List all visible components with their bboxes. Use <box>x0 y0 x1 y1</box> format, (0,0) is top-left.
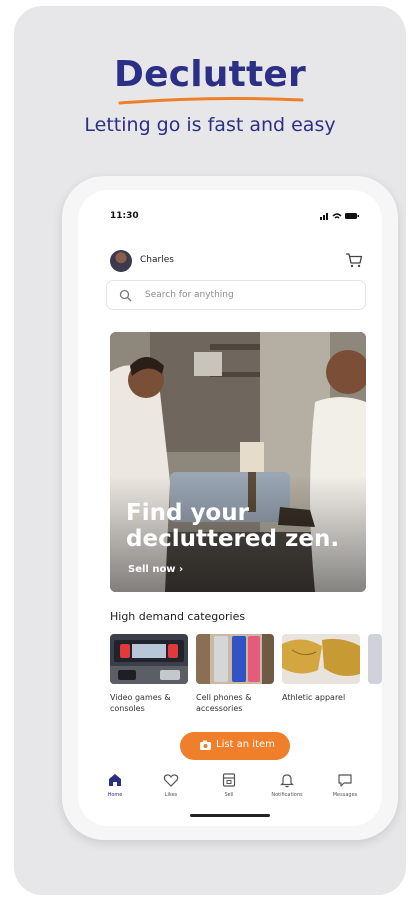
camera-icon <box>200 740 211 750</box>
status-bar: 11:30 <box>98 210 362 224</box>
search-input[interactable]: Search for anything <box>106 280 366 310</box>
status-time: 11:30 <box>110 211 139 221</box>
tagline: Letting go is fast and easy <box>84 114 336 136</box>
tab-messages[interactable]: Messages <box>318 766 372 810</box>
tab-label: Notifications <box>271 792 303 798</box>
category-more[interactable] <box>368 634 382 684</box>
video-games-image <box>110 634 188 684</box>
orange-underline <box>118 97 304 105</box>
category-label: Video games & consoles <box>110 693 171 713</box>
app-name-heading: Declutter <box>114 54 306 95</box>
chat-icon <box>338 774 352 787</box>
sell-icon <box>222 773 236 787</box>
tab-label: Sell <box>224 792 234 798</box>
hero-title: Find your decluttered zen. <box>126 500 340 552</box>
athletic-apparel-image <box>282 634 360 684</box>
signal-wifi-battery-icon <box>320 213 359 220</box>
cart-icon[interactable] <box>344 250 364 270</box>
hero-shade <box>110 332 366 592</box>
cell-phones-image <box>196 634 274 684</box>
tab-notifications[interactable]: Notifications <box>260 766 314 810</box>
user-name: Charles <box>140 255 174 265</box>
categories-heading: High demand categories <box>110 610 246 623</box>
tab-label: Likes <box>164 792 178 798</box>
category-label: Cell phones & accessories <box>196 693 252 713</box>
list-item-button[interactable]: List an item <box>180 732 290 760</box>
tab-label: Messages <box>332 792 358 798</box>
home-icon <box>109 774 121 786</box>
bell-icon <box>280 774 294 788</box>
phone-screen: 11:30 Charles Search for anything Find y… <box>78 190 382 826</box>
hero-banner[interactable]: Find your decluttered zen. Sell now › <box>110 332 366 592</box>
home-indicator <box>190 814 270 817</box>
list-item-label: List an item <box>216 739 275 750</box>
category-label: Athletic apparel <box>282 693 346 702</box>
promo-card: Declutter Letting go is fast and easy 11… <box>14 6 406 895</box>
tab-home[interactable]: Home <box>88 766 142 810</box>
heart-icon <box>163 774 179 787</box>
more-category-image <box>368 634 382 684</box>
category-athletic-apparel[interactable] <box>282 634 360 684</box>
search-icon <box>119 289 132 302</box>
bottom-tab-bar: Home Likes Sell Notifications Messages <box>78 766 382 810</box>
avatar[interactable] <box>110 250 132 272</box>
category-video-games[interactable] <box>110 634 188 684</box>
tab-likes[interactable]: Likes <box>144 766 198 810</box>
tab-sell[interactable]: Sell <box>202 766 256 810</box>
sell-now-link[interactable]: Sell now › <box>128 564 183 575</box>
phone-frame: 11:30 Charles Search for anything Find y… <box>62 176 398 840</box>
category-cell-phones[interactable] <box>196 634 274 684</box>
search-placeholder: Search for anything <box>145 290 234 300</box>
tab-label: Home <box>107 792 123 798</box>
